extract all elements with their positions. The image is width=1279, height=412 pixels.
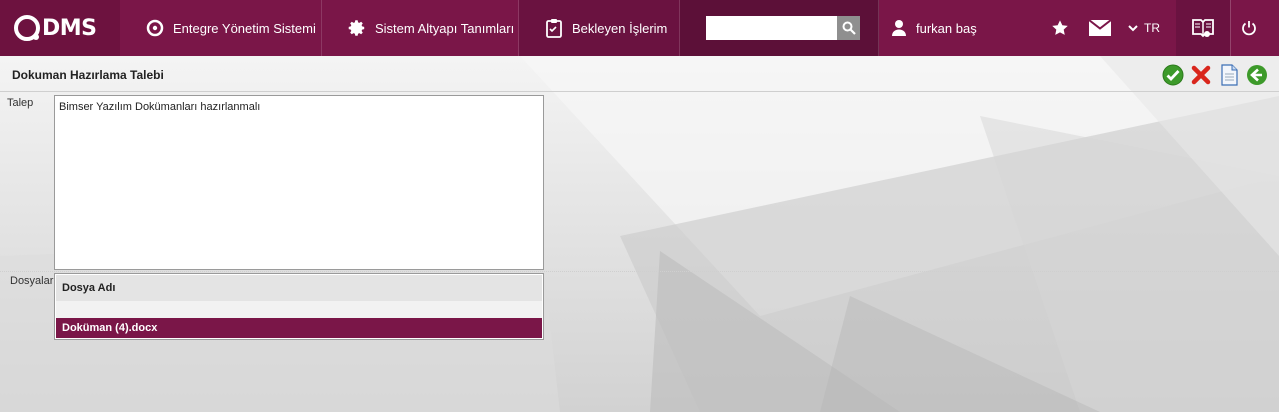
nav-label: Entegre Yönetim Sistemi: [173, 20, 316, 36]
back-arrow-icon[interactable]: [1246, 64, 1268, 86]
save-check-icon[interactable]: [1162, 64, 1184, 86]
book-icon: [1192, 19, 1214, 38]
logo-text: DMS: [42, 15, 97, 41]
document-icon[interactable]: [1218, 64, 1240, 86]
search-icon: [842, 21, 856, 35]
user-icon: [891, 19, 907, 37]
files-column-header[interactable]: Dosya Adı: [56, 275, 542, 301]
talep-label: Talep: [7, 97, 34, 109]
dosyalar-label: Dosyalar: [10, 275, 54, 287]
q-logo-icon: [14, 15, 40, 41]
talep-textarea[interactable]: [54, 95, 544, 270]
qdms-logo[interactable]: DMS: [0, 0, 120, 56]
top-navigation-bar: DMS Entegre Yönetim Sistemi Sistem Altya…: [0, 0, 1279, 56]
cancel-x-icon[interactable]: [1190, 64, 1212, 86]
search-button[interactable]: [837, 16, 860, 40]
language-code: TR: [1144, 21, 1160, 35]
mail-envelope-icon[interactable]: [1088, 20, 1112, 36]
user-name: furkan baş: [916, 20, 977, 36]
files-filter-row: [56, 301, 542, 318]
nav-entegre-yonetim-sistemi[interactable]: Entegre Yönetim Sistemi: [120, 0, 322, 56]
nav-label: Sistem Altyapı Tanımları: [375, 20, 515, 36]
divider: [0, 271, 1279, 272]
favorites-star-icon[interactable]: [1050, 19, 1070, 37]
clipboard-icon: [545, 18, 563, 38]
nav-bekleyen-islerim[interactable]: Bekleyen İşlerim: [519, 0, 680, 56]
page-title: Dokuman Hazırlama Talebi: [12, 68, 164, 82]
qdms-circle-icon: [146, 19, 164, 37]
search-area: [680, 0, 879, 56]
files-grid: Dosya Adı Doküman (4).docx: [54, 273, 544, 340]
chevron-down-icon: [1128, 24, 1138, 31]
form-actions: [1162, 64, 1274, 86]
header-actions: TR: [1050, 0, 1160, 56]
user-menu[interactable]: furkan baş: [879, 0, 1047, 56]
user-manual-book-button[interactable]: [1176, 0, 1230, 56]
power-icon: [1242, 21, 1256, 36]
search-input[interactable]: [706, 16, 837, 40]
logout-button[interactable]: [1230, 0, 1267, 56]
nav-sistem-altyapi-tanimlari[interactable]: Sistem Altyapı Tanımları: [322, 0, 519, 56]
gear-icon: [348, 19, 366, 37]
nav-label: Bekleyen İşlerim: [572, 20, 668, 36]
table-row[interactable]: Doküman (4).docx: [56, 318, 542, 338]
divider: [0, 91, 1279, 92]
language-selector[interactable]: TR: [1128, 21, 1160, 35]
